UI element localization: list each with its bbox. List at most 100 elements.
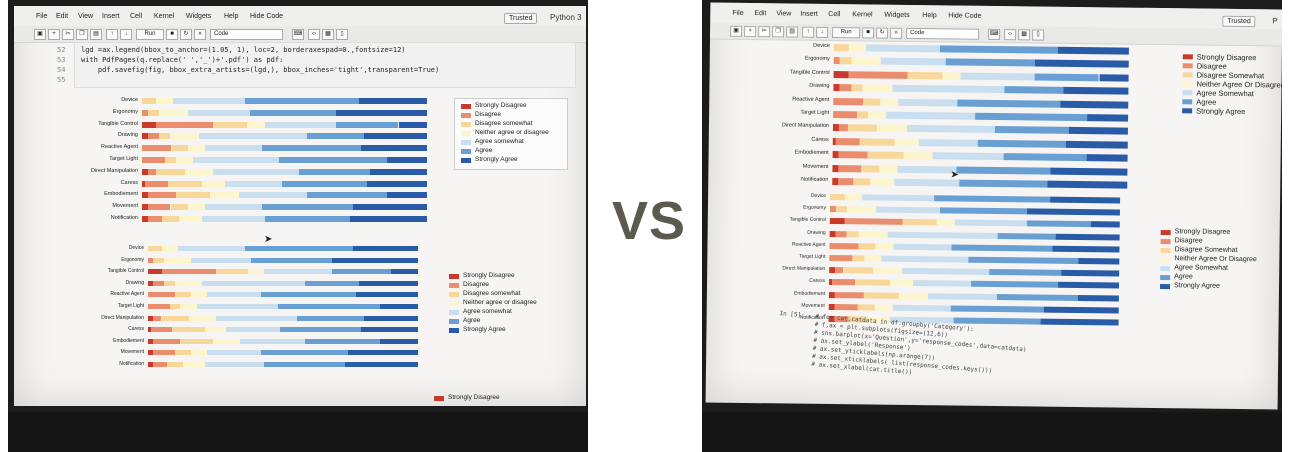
category-label: Embodiement xyxy=(113,337,144,344)
cell-type-select[interactable]: Code xyxy=(906,27,980,40)
bar-segment xyxy=(1061,270,1120,277)
legend-label: Neither agree or disagree xyxy=(463,299,537,306)
code-toggle-icon[interactable]: ‹› xyxy=(1004,29,1017,41)
category-label: Tangible Control xyxy=(98,120,138,127)
bar-segment xyxy=(833,44,849,52)
menu-item-widgets[interactable]: Widgets xyxy=(186,13,211,20)
menu-item-widgets[interactable]: Widgets xyxy=(884,12,909,19)
move-down-icon[interactable]: ↓ xyxy=(816,26,829,38)
category-label: Notification xyxy=(110,215,138,221)
legend-swatch xyxy=(1182,63,1193,69)
restart-icon[interactable]: ↻ xyxy=(180,29,192,40)
menu-item-kernel[interactable]: Kernel xyxy=(154,13,174,20)
bar-segment xyxy=(250,257,332,263)
trusted-badge[interactable]: Trusted xyxy=(504,13,538,24)
category-label: Caress xyxy=(128,326,144,333)
bar-segment xyxy=(207,350,262,356)
bar-segment xyxy=(863,292,899,299)
menu-item-help[interactable]: Help xyxy=(922,12,936,19)
bar-segment xyxy=(838,164,862,172)
legend-label: Disagree somewhat xyxy=(463,290,521,297)
menu-item-edit[interactable]: Edit xyxy=(754,10,766,17)
document-icon[interactable]: ▯ xyxy=(1032,29,1045,41)
move-up-icon[interactable]: ↑ xyxy=(802,26,815,38)
bar-segment xyxy=(894,138,919,146)
stop-icon[interactable]: ■ xyxy=(862,27,875,39)
bar-segment xyxy=(167,180,202,187)
cut-icon[interactable]: ✂ xyxy=(758,26,771,38)
bar-segment xyxy=(191,292,208,298)
bar-segment xyxy=(164,280,175,286)
save-icon[interactable]: ▣ xyxy=(34,29,46,40)
copy-icon[interactable]: ❐ xyxy=(76,29,88,40)
category-label: Device xyxy=(813,42,830,49)
right-photo: File Edit View Insert Cell Kernel Widget… xyxy=(702,0,1282,452)
bar-segment xyxy=(1078,258,1120,265)
menu-item-hide-code[interactable]: Hide Code xyxy=(250,13,283,20)
keyboard-icon[interactable]: ⌨ xyxy=(988,28,1001,41)
bar-segment xyxy=(877,124,907,133)
code-toggle-icon[interactable]: ‹› xyxy=(308,29,320,40)
menu-item-hide-code[interactable]: Hide Code xyxy=(948,12,981,19)
fast-forward-icon[interactable]: » xyxy=(194,29,206,40)
left-photo: File Edit View Insert Cell Kernel Widget… xyxy=(8,0,588,452)
legend-swatch xyxy=(461,113,471,118)
menu-item-insert[interactable]: Insert xyxy=(800,11,818,18)
bar-segment xyxy=(380,338,418,344)
menu-item-insert[interactable]: Insert xyxy=(102,13,120,20)
save-icon[interactable]: ▣ xyxy=(730,25,743,37)
menu-item-file[interactable]: File xyxy=(36,13,47,20)
menu-item-cell[interactable]: Cell xyxy=(130,13,142,20)
menu-item-edit[interactable]: Edit xyxy=(56,13,68,20)
run-button[interactable]: Run xyxy=(832,27,861,39)
category-label: Reactive Agent xyxy=(791,241,826,248)
code-cell[interactable]: In [5]: # for cat,catdata in df.groupby(… xyxy=(774,310,1278,409)
bar-segment xyxy=(1043,306,1119,314)
menu-item-kernel[interactable]: Kernel xyxy=(852,11,872,18)
add-cell-icon[interactable]: + xyxy=(48,29,60,40)
keyboard-icon[interactable]: ⌨ xyxy=(292,29,304,40)
legend-swatch xyxy=(449,319,459,324)
bar-segment xyxy=(844,218,903,226)
run-button[interactable]: Run xyxy=(136,29,164,40)
legend-label: Agree xyxy=(1174,273,1193,281)
move-up-icon[interactable]: ↑ xyxy=(106,29,118,40)
bar-segment xyxy=(201,216,265,222)
bar-segment xyxy=(1027,208,1120,216)
legend-swatch xyxy=(1182,54,1193,60)
category-label: Movement xyxy=(802,163,829,170)
category-label: Movement xyxy=(112,203,138,210)
menu-item-view[interactable]: View xyxy=(78,13,93,20)
category-label: Direct Manipulation xyxy=(90,167,138,174)
cut-icon[interactable]: ✂ xyxy=(62,29,74,40)
bar-segment xyxy=(331,257,418,263)
bar-segment xyxy=(1040,318,1119,326)
notebook-screen: File Edit View Insert Cell Kernel Widget… xyxy=(705,2,1282,410)
trusted-badge[interactable]: Trusted xyxy=(1222,15,1256,28)
move-down-icon[interactable]: ↓ xyxy=(120,29,132,40)
paste-icon[interactable]: ▤ xyxy=(786,26,799,38)
bar-segment xyxy=(202,280,305,286)
stop-icon[interactable]: ■ xyxy=(166,29,178,40)
paste-icon[interactable]: ▤ xyxy=(90,29,102,40)
menu-item-view[interactable]: View xyxy=(776,10,791,17)
code-cell[interactable]: 52 lgd =ax.legend(bbox_to_anchor=(1.05, 1… xyxy=(57,42,576,88)
export-icon[interactable]: ▦ xyxy=(1018,29,1031,41)
bar-segment xyxy=(335,121,399,128)
bar-segment xyxy=(855,279,890,287)
bar-segment xyxy=(861,194,935,202)
document-icon[interactable]: ▯ xyxy=(336,29,348,40)
menu-item-file[interactable]: File xyxy=(732,10,743,17)
add-cell-icon[interactable]: + xyxy=(744,25,757,38)
cell-type-select[interactable]: Code xyxy=(210,29,283,40)
bar-segment xyxy=(839,57,852,65)
copy-icon[interactable]: ❐ xyxy=(772,26,785,38)
bar-segment xyxy=(881,255,969,263)
bar-segment xyxy=(875,304,893,311)
category-label: Embodiement xyxy=(794,149,829,157)
menu-item-help[interactable]: Help xyxy=(224,13,238,20)
export-icon[interactable]: ▦ xyxy=(322,29,334,40)
fast-forward-icon[interactable]: » xyxy=(890,27,903,39)
menu-item-cell[interactable]: Cell xyxy=(828,11,840,18)
restart-icon[interactable]: ↻ xyxy=(876,27,889,39)
